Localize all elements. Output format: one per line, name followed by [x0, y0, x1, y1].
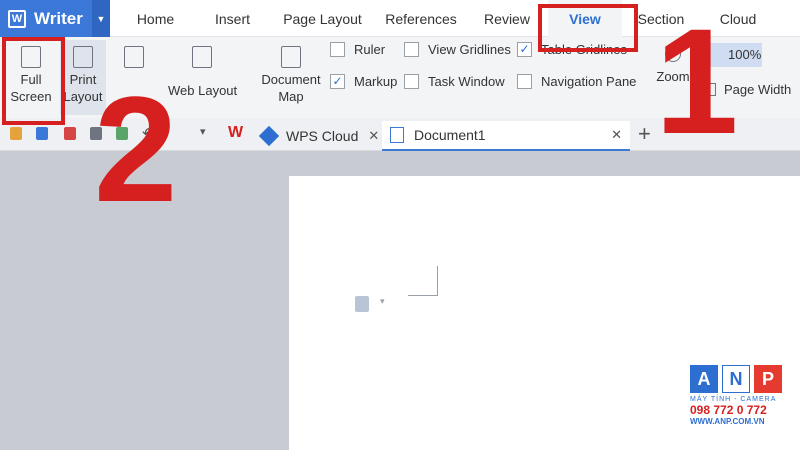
- document-map-label-1: Document: [261, 72, 321, 87]
- ruler-checkbox[interactable]: Ruler: [330, 42, 385, 57]
- task-window-checkbox[interactable]: Task Window: [404, 74, 505, 89]
- web-layout-icon: [192, 46, 212, 68]
- tab-document1[interactable]: Document1 ✕: [382, 121, 630, 151]
- watermark-letter-a: A: [690, 365, 718, 393]
- annotation-box-view-tab: [538, 4, 638, 52]
- paste-options-icon[interactable]: [355, 296, 369, 312]
- unchecked-box-icon: [404, 74, 419, 89]
- app-name: Writer: [34, 8, 83, 28]
- web-layout-label: Web Layout: [168, 83, 238, 98]
- unchecked-box-icon: [330, 42, 345, 57]
- tab-label: Document1: [414, 127, 486, 143]
- tab-label: WPS Cloud: [286, 128, 359, 144]
- chevron-down-icon[interactable]: ▼: [92, 0, 110, 37]
- wps-logo-icon: W: [228, 124, 244, 141]
- document-map-button[interactable]: Document Map: [258, 46, 324, 105]
- close-icon[interactable]: ✕: [368, 128, 379, 144]
- chevron-down-icon[interactable]: ▾: [380, 296, 385, 307]
- document-icon: [390, 127, 404, 143]
- tab-home[interactable]: Home: [118, 0, 193, 37]
- new-tab-icon[interactable]: +: [638, 121, 651, 147]
- page-margin-marker: [408, 266, 438, 296]
- tab-references[interactable]: References: [378, 0, 464, 37]
- annotation-number-2: 2: [94, 65, 178, 233]
- cloud-cube-icon: [258, 125, 280, 147]
- watermark-letter-n: N: [722, 365, 750, 393]
- tab-insert[interactable]: Insert: [200, 0, 265, 37]
- annotation-number-1: 1: [655, 0, 739, 165]
- view-gridlines-checkbox[interactable]: View Gridlines: [404, 42, 511, 57]
- ruler-label: Ruler: [354, 42, 386, 57]
- task-window-label: Task Window: [428, 74, 505, 89]
- watermark-logo: A N P MÁY TÍNH - CAMERA 098 772 0 772 WW…: [690, 365, 798, 426]
- markup-checkbox[interactable]: ✓ Markup: [330, 74, 397, 89]
- watermark-website: WWW.ANP.COM.VN: [690, 417, 765, 426]
- view-gridlines-label: View Gridlines: [428, 42, 511, 57]
- navigation-pane-checkbox[interactable]: Navigation Pane: [517, 74, 636, 89]
- tab-page-layout[interactable]: Page Layout: [275, 0, 370, 37]
- tab-review[interactable]: Review: [472, 0, 542, 37]
- checkmark-icon: ✓: [517, 42, 532, 57]
- open-folder-icon[interactable]: [10, 127, 22, 140]
- checkmark-icon: ✓: [330, 74, 345, 89]
- watermark-phone: 098 772 0 772: [690, 403, 767, 417]
- app-menu-button[interactable]: W Writer ▼: [0, 0, 110, 37]
- navigation-pane-label: Navigation Pane: [541, 74, 637, 89]
- watermark-subtitle: MÁY TÍNH - CAMERA: [690, 396, 777, 403]
- document-map-icon: [281, 46, 301, 68]
- save-icon[interactable]: [36, 127, 48, 140]
- unchecked-box-icon: [404, 42, 419, 57]
- writer-logo-icon: W: [8, 9, 26, 28]
- export-pdf-icon[interactable]: [64, 127, 76, 140]
- unchecked-box-icon: [517, 74, 532, 89]
- close-icon[interactable]: ✕: [611, 127, 622, 143]
- print-layout-icon: [73, 46, 93, 68]
- tab-wps-cloud[interactable]: WPS Cloud ✕: [258, 121, 380, 151]
- watermark-letter-p: P: [754, 365, 782, 393]
- document-map-label-2: Map: [278, 89, 304, 104]
- markup-label: Markup: [354, 74, 398, 89]
- chevron-down-icon[interactable]: ▾: [200, 125, 206, 138]
- annotation-box-full-screen: [2, 37, 65, 125]
